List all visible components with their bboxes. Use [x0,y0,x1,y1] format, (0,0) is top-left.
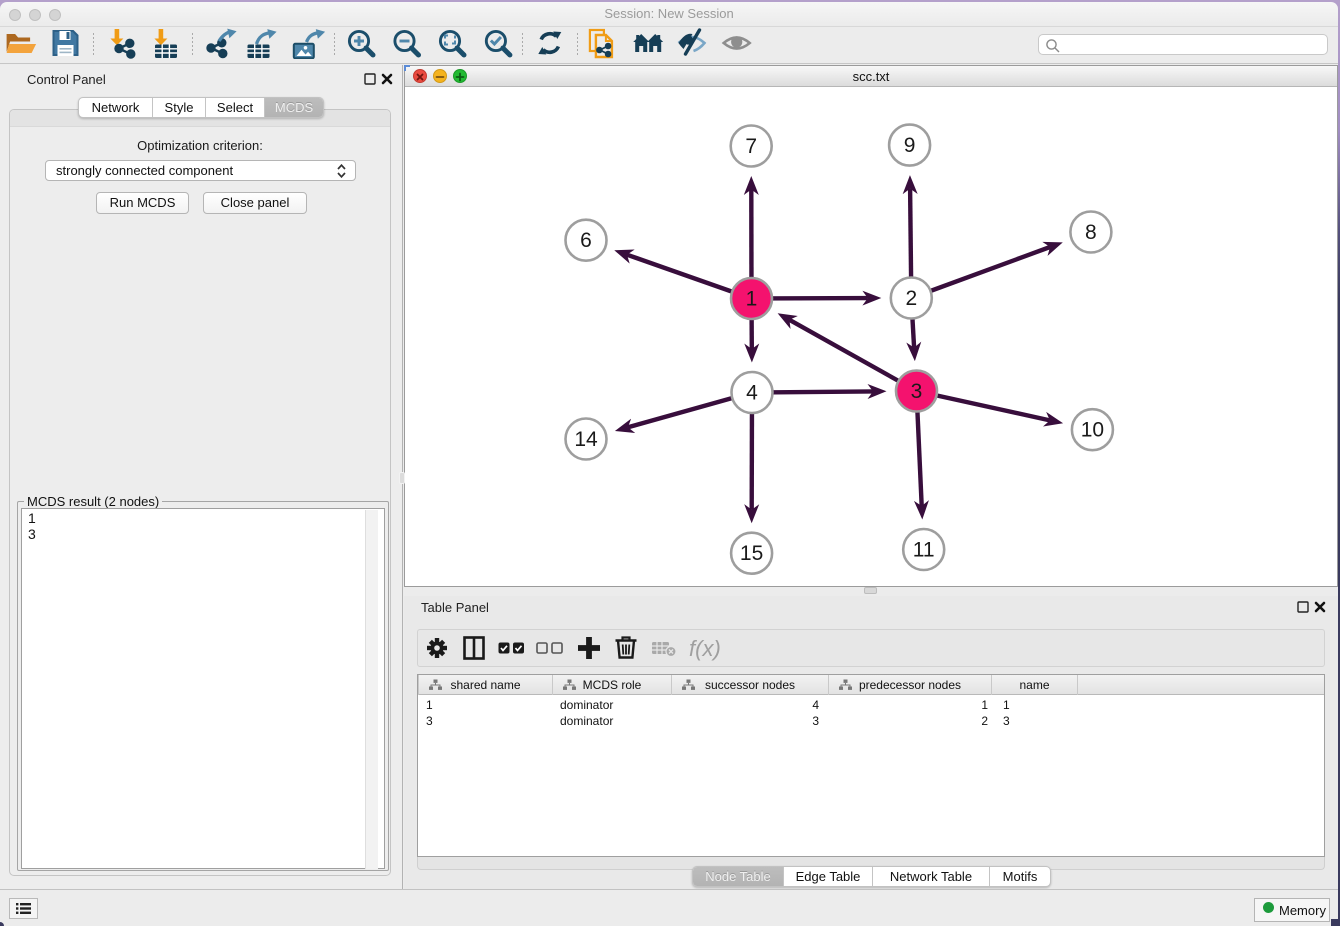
svg-text:f(x): f(x) [689,636,721,661]
svg-text:2: 2 [905,287,917,310]
svg-text:4: 4 [746,382,758,405]
svg-text:6: 6 [580,229,592,252]
svg-text:11: 11 [913,539,935,562]
svg-text:10: 10 [1081,419,1104,442]
svg-text:14: 14 [574,428,598,451]
svg-text:3: 3 [911,380,923,403]
svg-text:1: 1 [746,288,758,311]
svg-text:9: 9 [904,134,916,157]
svg-text:7: 7 [745,135,757,158]
svg-text:15: 15 [740,542,763,565]
svg-text:8: 8 [1085,221,1097,244]
